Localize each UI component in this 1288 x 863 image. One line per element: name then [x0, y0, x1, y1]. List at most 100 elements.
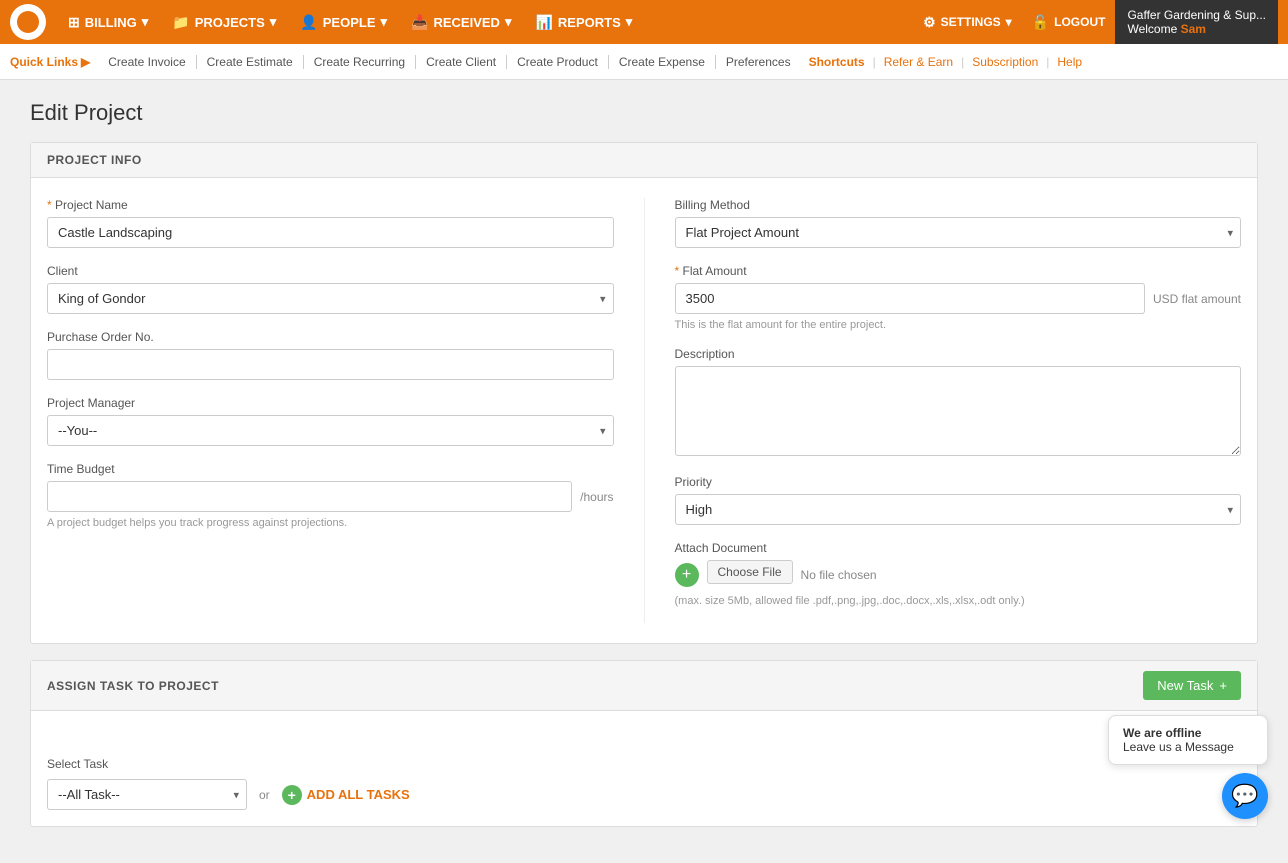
- client-select-wrapper: King of Gondor ▾: [47, 283, 614, 314]
- billing-method-select-wrapper: Flat Project Amount Hourly Per Item ▾: [675, 217, 1242, 248]
- flat-amount-input-group: USD flat amount: [675, 283, 1242, 314]
- billing-icon: ⊞: [68, 14, 80, 31]
- priority-group: Priority High Medium Low ▾: [675, 475, 1242, 525]
- settings-icon: ⚙: [923, 14, 936, 31]
- people-icon: 👤: [300, 14, 317, 31]
- add-all-tasks-link[interactable]: + ADD ALL TASKS: [282, 785, 410, 805]
- reports-icon: 📊: [535, 14, 552, 31]
- nav-received[interactable]: 📥 RECEIVED ▾: [401, 0, 521, 44]
- project-name-input[interactable]: [47, 217, 614, 248]
- attach-row: + Choose File No file chosen: [675, 560, 1242, 589]
- time-budget-input[interactable]: [47, 481, 572, 512]
- nav-projects-label: PROJECTS: [195, 15, 265, 30]
- main-content: Edit Project PROJECT INFO * Project Name…: [0, 80, 1288, 863]
- select-task-select[interactable]: --All Task--: [47, 779, 247, 810]
- ql-create-recurring[interactable]: Create Recurring: [304, 55, 416, 69]
- description-textarea[interactable]: [675, 366, 1242, 456]
- form-left: * Project Name Client King of Gondor ▾ P…: [47, 198, 645, 623]
- nav-right: ⚙ SETTINGS ▾ 🔓 LOGOUT Gaffer Gardening &…: [913, 0, 1278, 44]
- assign-task-body: Select Task --All Task-- ▾ or + ADD ALL …: [31, 711, 1257, 826]
- new-task-button[interactable]: New Task +: [1143, 671, 1241, 700]
- assign-task-header: ASSIGN TASK TO PROJECT New Task +: [31, 661, 1257, 711]
- ql-create-client[interactable]: Create Client: [416, 55, 507, 69]
- top-nav: ⊞ BILLING ▾ 📁 PROJECTS ▾ 👤 PEOPLE ▾ 📥 RE…: [0, 0, 1288, 44]
- attach-hint: (max. size 5Mb, allowed file .pdf,.png,.…: [675, 595, 1242, 607]
- username: Sam: [1181, 22, 1206, 36]
- ql-create-expense[interactable]: Create Expense: [609, 55, 716, 69]
- flat-amount-suffix: USD flat amount: [1153, 292, 1241, 306]
- choose-file-button[interactable]: Choose File: [707, 560, 793, 584]
- attach-document-group: Attach Document + Choose File No file ch…: [675, 541, 1242, 607]
- quick-links-bar: Quick Links ▶ Create Invoice Create Esti…: [0, 44, 1288, 80]
- client-select[interactable]: King of Gondor: [47, 283, 614, 314]
- nav-received-label: RECEIVED: [433, 15, 499, 30]
- priority-select-wrapper: High Medium Low ▾: [675, 494, 1242, 525]
- assign-task-title: ASSIGN TASK TO PROJECT: [47, 679, 219, 693]
- chat-widget: We are offline Leave us a Message 💬: [1108, 715, 1268, 819]
- nav-settings-label: SETTINGS: [941, 15, 1001, 29]
- add-document-button[interactable]: +: [675, 563, 699, 587]
- time-budget-input-wrap: /hours: [47, 481, 614, 512]
- no-file-text: No file chosen: [801, 568, 877, 582]
- project-info-body: * Project Name Client King of Gondor ▾ P…: [31, 178, 1257, 643]
- welcome-text: Welcome Sam: [1127, 22, 1266, 36]
- settings-dropdown-icon: ▾: [1006, 15, 1012, 29]
- flat-amount-input[interactable]: [675, 283, 1145, 314]
- flat-amount-hint: This is the flat amount for the entire p…: [675, 319, 1242, 331]
- client-label: Client: [47, 264, 614, 278]
- project-manager-select-wrapper: --You-- ▾: [47, 415, 614, 446]
- nav-people-label: PEOPLE: [323, 15, 376, 30]
- received-icon: 📥: [411, 14, 428, 31]
- project-manager-label: Project Manager: [47, 396, 614, 410]
- attach-document-label: Attach Document: [675, 541, 1242, 555]
- ql-help[interactable]: Help: [1049, 55, 1090, 69]
- nav-logout[interactable]: 🔓 LOGOUT: [1022, 0, 1116, 44]
- ql-preferences[interactable]: Preferences: [716, 55, 801, 69]
- nav-logout-label: LOGOUT: [1054, 15, 1105, 29]
- hours-suffix: /hours: [580, 490, 613, 504]
- nav-billing-label: BILLING: [85, 15, 137, 30]
- billing-method-select[interactable]: Flat Project Amount Hourly Per Item: [675, 217, 1242, 248]
- quick-links-label: Quick Links ▶: [10, 55, 90, 69]
- ql-create-invoice[interactable]: Create Invoice: [98, 55, 196, 69]
- ql-shortcuts[interactable]: Shortcuts: [801, 55, 873, 69]
- ql-create-estimate[interactable]: Create Estimate: [197, 55, 304, 69]
- ql-subscription[interactable]: Subscription: [964, 55, 1046, 69]
- chat-button[interactable]: 💬: [1222, 773, 1268, 819]
- time-budget-label: Time Budget: [47, 462, 614, 476]
- time-budget-group: Time Budget /hours A project budget help…: [47, 462, 614, 529]
- company-name: Gaffer Gardening & Sup...: [1127, 8, 1266, 22]
- form-right: Billing Method Flat Project Amount Hourl…: [645, 198, 1242, 623]
- project-info-header: PROJECT INFO: [31, 143, 1257, 178]
- add-all-tasks-label: ADD ALL TASKS: [307, 787, 410, 802]
- ql-refer[interactable]: Refer & Earn: [876, 55, 961, 69]
- chat-status: We are offline: [1123, 726, 1253, 740]
- purchase-order-group: Purchase Order No.: [47, 330, 614, 380]
- new-task-label: New Task: [1157, 678, 1213, 693]
- assign-task-panel: ASSIGN TASK TO PROJECT New Task + Select…: [30, 660, 1258, 827]
- priority-select[interactable]: High Medium Low: [675, 494, 1242, 525]
- billing-method-group: Billing Method Flat Project Amount Hourl…: [675, 198, 1242, 248]
- priority-label: Priority: [675, 475, 1242, 489]
- purchase-order-label: Purchase Order No.: [47, 330, 614, 344]
- billing-method-label: Billing Method: [675, 198, 1242, 212]
- nav-items: ⊞ BILLING ▾ 📁 PROJECTS ▾ 👤 PEOPLE ▾ 📥 RE…: [58, 0, 913, 44]
- nav-people[interactable]: 👤 PEOPLE ▾: [290, 0, 397, 44]
- projects-dropdown-icon: ▾: [270, 14, 277, 30]
- description-group: Description: [675, 347, 1242, 459]
- nav-reports-label: REPORTS: [558, 15, 621, 30]
- purchase-order-input[interactable]: [47, 349, 614, 380]
- chat-icon: 💬: [1231, 783, 1258, 809]
- nav-billing[interactable]: ⊞ BILLING ▾: [58, 0, 158, 44]
- time-budget-hint: A project budget helps you track progres…: [47, 517, 614, 529]
- nav-reports[interactable]: 📊 REPORTS ▾: [525, 0, 642, 44]
- new-task-plus-icon: +: [1219, 678, 1227, 693]
- page-title: Edit Project: [30, 100, 1258, 126]
- ql-create-product[interactable]: Create Product: [507, 55, 609, 69]
- project-manager-select[interactable]: --You--: [47, 415, 614, 446]
- billing-dropdown-icon: ▾: [142, 14, 149, 30]
- choose-file-label: Choose File: [718, 565, 782, 579]
- app-logo: [10, 4, 46, 40]
- nav-projects[interactable]: 📁 PROJECTS ▾: [162, 0, 286, 44]
- nav-settings[interactable]: ⚙ SETTINGS ▾: [913, 0, 1022, 44]
